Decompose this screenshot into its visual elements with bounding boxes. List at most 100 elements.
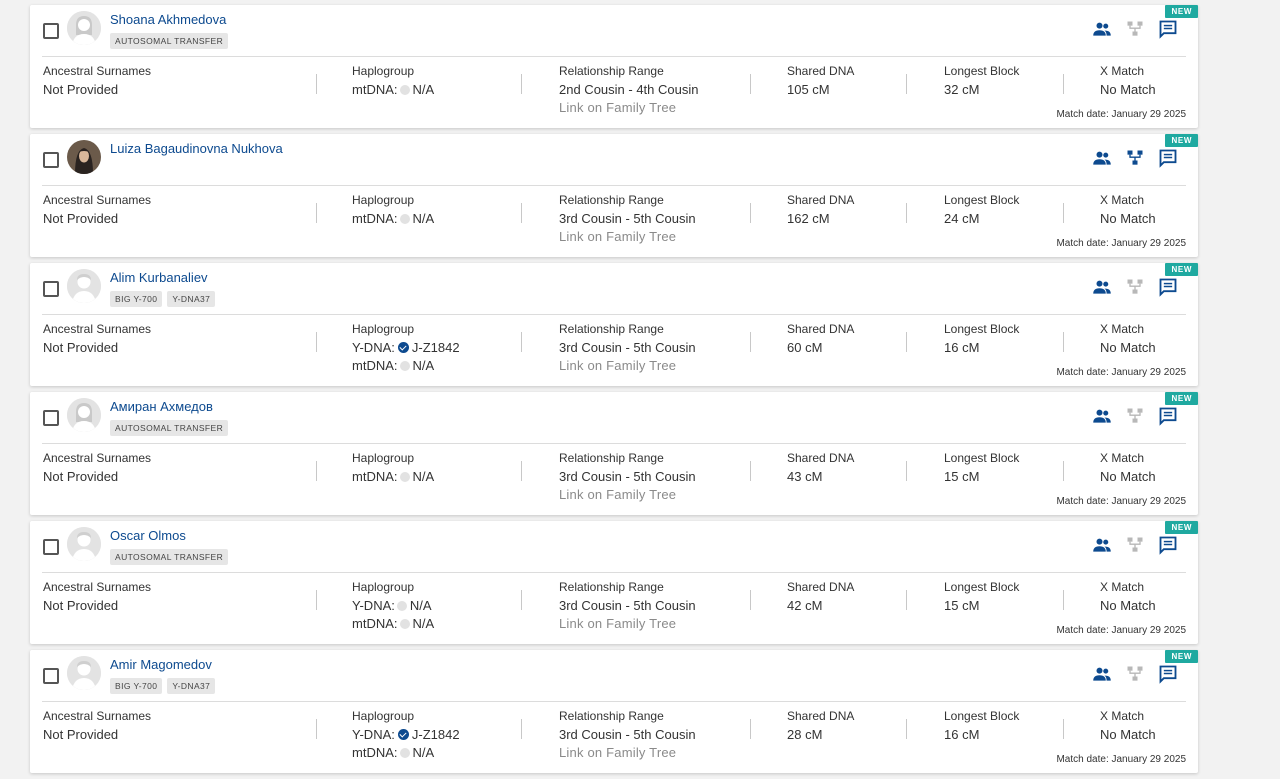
column-separator [1063, 590, 1064, 610]
message-icon[interactable] [1158, 664, 1178, 684]
longest-block-value: 16 cM [944, 727, 980, 742]
haplogroup-column: Haplogroup mtDNA: N/A [352, 451, 434, 487]
relationship-value: 3rd Cousin - 5th Cousin [559, 211, 696, 226]
unverified-dot-icon [399, 748, 410, 758]
avatar[interactable] [67, 269, 101, 303]
x-match-label: X Match [1100, 451, 1145, 465]
mtdna-value: mtDNA: N/A [352, 469, 435, 484]
match-date: Match date: January 29 2025 [1056, 109, 1186, 120]
family-tree-icon[interactable] [1125, 535, 1145, 555]
test-tags: BIG Y-700 Y-DNA37 [110, 291, 216, 307]
family-tree-icon[interactable] [1125, 148, 1145, 168]
people-icon[interactable] [1092, 277, 1112, 297]
shared-dna-label: Shared DNA [787, 709, 855, 723]
match-card: Luiza Bagaudinovna Nukhova NEW Ancestral S… [30, 134, 1198, 257]
x-match-label: X Match [1100, 322, 1145, 336]
column-separator [1063, 74, 1064, 94]
family-tree-icon[interactable] [1125, 664, 1145, 684]
divider [42, 701, 1186, 702]
column-separator [521, 461, 522, 481]
column-separator [1063, 332, 1064, 352]
ancestral-surnames-value: Not Provided [43, 598, 119, 613]
x-match-value: No Match [1100, 469, 1156, 484]
match-date: Match date: January 29 2025 [1056, 496, 1186, 507]
match-name-link[interactable]: Alim Kurbanaliev [110, 270, 208, 285]
ancestral-surnames-column: Ancestral Surnames Not Provided [43, 580, 151, 616]
new-badge: NEW [1164, 5, 1198, 18]
select-match-checkbox[interactable] [43, 539, 59, 555]
message-icon[interactable] [1158, 19, 1178, 39]
relationship-column: Relationship Range 3rd Cousin - 5th Cousi… [559, 580, 696, 634]
link-family-tree[interactable]: Link on Family Tree [559, 616, 696, 634]
x-match-column: X Match No Match [1100, 322, 1156, 358]
ancestral-surnames-label: Ancestral Surnames [43, 322, 152, 336]
link-family-tree[interactable]: Link on Family Tree [559, 100, 698, 118]
longest-block-label: Longest Block [944, 322, 1020, 336]
message-icon[interactable] [1158, 535, 1178, 555]
avatar[interactable] [67, 656, 101, 690]
match-date: Match date: January 29 2025 [1056, 754, 1186, 765]
select-match-checkbox[interactable] [43, 668, 59, 684]
message-icon[interactable] [1158, 277, 1178, 297]
test-type-tag: Y-DNA37 [167, 291, 216, 307]
message-icon[interactable] [1158, 406, 1178, 426]
divider [42, 314, 1186, 315]
mtdna-value: mtDNA: N/A [352, 211, 435, 226]
new-badge: NEW [1164, 521, 1198, 534]
match-name-link[interactable]: Amir Magomedov [110, 657, 212, 672]
column-separator [750, 590, 751, 610]
match-actions [1092, 148, 1178, 168]
new-badge: NEW [1164, 263, 1198, 276]
x-match-value: No Match [1100, 211, 1156, 226]
link-family-tree[interactable]: Link on Family Tree [559, 229, 696, 247]
test-tags: AUTOSOMAL TRANSFER [110, 33, 229, 49]
link-family-tree[interactable]: Link on Family Tree [559, 745, 696, 763]
longest-block-value: 32 cM [944, 82, 980, 97]
people-icon[interactable] [1092, 535, 1112, 555]
avatar[interactable] [67, 140, 101, 174]
haplogroup-label: Haplogroup [352, 193, 415, 207]
relationship-label: Relationship Range [559, 193, 664, 207]
x-match-label: X Match [1100, 64, 1145, 78]
match-name-link[interactable]: Амиран Ахмедов [110, 399, 213, 414]
relationship-label: Relationship Range [559, 451, 664, 465]
ancestral-surnames-value: Not Provided [43, 727, 119, 742]
avatar[interactable] [67, 527, 101, 561]
message-icon[interactable] [1158, 148, 1178, 168]
match-card: Oscar Olmos AUTOSOMAL TRANSFER NEW Ancestra… [30, 521, 1198, 644]
match-name-link[interactable]: Oscar Olmos [110, 528, 186, 543]
select-match-checkbox[interactable] [43, 410, 59, 426]
family-tree-icon[interactable] [1125, 406, 1145, 426]
family-tree-icon[interactable] [1125, 277, 1145, 297]
people-icon[interactable] [1092, 19, 1112, 39]
x-match-column: X Match No Match [1100, 64, 1156, 100]
column-separator [750, 719, 751, 739]
people-icon[interactable] [1092, 148, 1112, 168]
longest-block-value: 24 cM [944, 211, 980, 226]
select-match-checkbox[interactable] [43, 23, 59, 39]
ancestral-surnames-value: Not Provided [43, 340, 119, 355]
avatar[interactable] [67, 398, 101, 432]
unverified-dot-icon [399, 472, 410, 482]
link-family-tree[interactable]: Link on Family Tree [559, 487, 696, 505]
shared-dna-value: 162 cM [787, 211, 830, 226]
match-name-link[interactable]: Shoana Akhmedova [110, 12, 226, 27]
x-match-value: No Match [1100, 82, 1156, 97]
people-icon[interactable] [1092, 406, 1112, 426]
column-separator [906, 590, 907, 610]
match-name-link[interactable]: Luiza Bagaudinovna Nukhova [110, 141, 283, 156]
shared-dna-value: 60 cM [787, 340, 823, 355]
haplogroup-column: Haplogroup Y-DNA: J-Z1842 mtDNA: N/A [352, 322, 460, 376]
divider [42, 56, 1186, 57]
shared-dna-column: Shared DNA 105 cM [787, 64, 854, 100]
column-separator [521, 719, 522, 739]
match-card: Alim Kurbanaliev BIG Y-700 Y-DNA37 NEW Ances… [30, 263, 1198, 386]
select-match-checkbox[interactable] [43, 152, 59, 168]
people-icon[interactable] [1092, 664, 1112, 684]
relationship-value: 3rd Cousin - 5th Cousin [559, 727, 696, 742]
select-match-checkbox[interactable] [43, 281, 59, 297]
avatar[interactable] [67, 11, 101, 45]
family-tree-icon[interactable] [1125, 19, 1145, 39]
link-family-tree[interactable]: Link on Family Tree [559, 358, 696, 376]
ancestral-surnames-label: Ancestral Surnames [43, 193, 152, 207]
